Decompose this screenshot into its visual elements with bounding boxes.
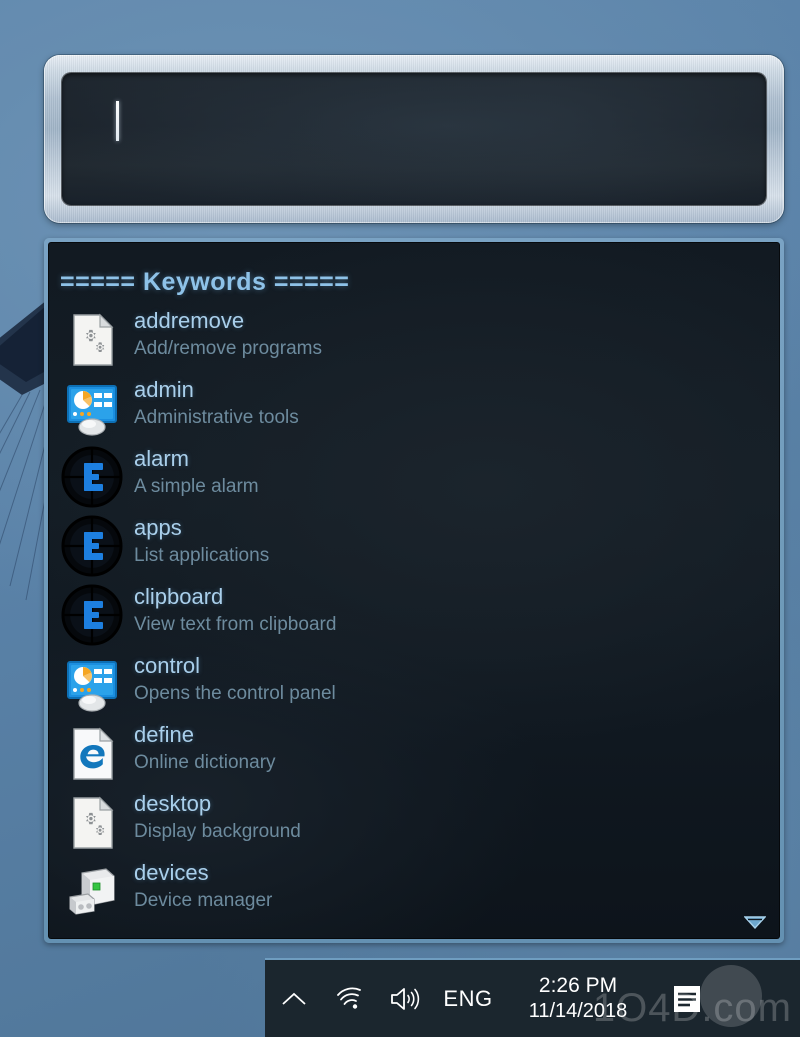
list-item-description: Display background xyxy=(134,821,301,842)
results-panel-body: ===== Keywords ===== addremove Add/remov… xyxy=(48,242,780,939)
speaker-icon xyxy=(391,987,420,1010)
desktop: ===== Keywords ===== addremove Add/remov… xyxy=(0,0,800,1037)
document-edge-icon xyxy=(60,721,124,785)
list-item-title: desktop xyxy=(134,791,212,816)
list-item-title: alarm xyxy=(134,446,190,471)
document-gears-icon xyxy=(60,790,124,854)
keyword-list: addremove Add/remove programs admin Admi… xyxy=(48,304,780,939)
language-indicator[interactable]: ENG xyxy=(433,960,503,1037)
list-item-title: control xyxy=(134,653,201,678)
volume-button[interactable] xyxy=(377,960,433,1037)
search-box-frame xyxy=(44,55,784,223)
show-hidden-icons-button[interactable] xyxy=(265,960,323,1037)
control-panel-icon xyxy=(60,376,124,440)
list-item[interactable]: desktop Display background xyxy=(48,787,780,856)
list-item[interactable]: addremove Add/remove programs xyxy=(48,304,780,373)
list-item[interactable]: alarm A simple alarm xyxy=(48,442,780,511)
search-input[interactable] xyxy=(62,73,766,205)
list-item[interactable]: clipboard View text from clipboard xyxy=(48,580,780,649)
list-item-title: clipboard xyxy=(134,584,224,609)
device-manager-icon xyxy=(60,859,124,923)
action-center-button[interactable] xyxy=(653,960,721,1037)
clock[interactable]: 2:26 PM 11/14/2018 xyxy=(503,973,653,1024)
list-item[interactable]: admin Administrative tools xyxy=(48,373,780,442)
control-panel-icon xyxy=(60,652,124,716)
clock-time: 2:26 PM xyxy=(538,973,618,997)
list-item-title: admin xyxy=(134,377,194,402)
list-item-title: addremove xyxy=(134,308,245,333)
network-button[interactable] xyxy=(323,960,377,1037)
list-item[interactable]: devices Device manager xyxy=(48,856,780,925)
list-item-description: Device manager xyxy=(134,890,273,911)
list-item-description: Opens the control panel xyxy=(134,683,336,704)
list-item-description: Add/remove programs xyxy=(134,338,322,359)
list-item-description: List applications xyxy=(134,545,270,566)
chevron-down-icon[interactable] xyxy=(744,915,766,929)
list-item[interactable]: control Opens the control panel xyxy=(48,649,780,718)
wifi-icon xyxy=(337,987,361,1009)
chevron-up-icon xyxy=(282,992,306,1005)
list-item-description: A simple alarm xyxy=(134,476,259,497)
document-gears-icon xyxy=(60,307,124,371)
crosshair-e-icon xyxy=(60,583,124,647)
list-item-description: Online dictionary xyxy=(134,752,276,773)
panel-title: ===== Keywords ===== xyxy=(60,268,350,296)
list-item-title: define xyxy=(134,722,194,747)
list-item-title: apps xyxy=(134,515,182,540)
crosshair-e-icon xyxy=(60,445,124,509)
clock-date: 11/14/2018 xyxy=(528,1000,628,1023)
notification-icon xyxy=(674,985,700,1012)
taskbar: ENG 2:26 PM 11/14/2018 1O4D.com xyxy=(265,958,800,1037)
list-item-title: devices xyxy=(134,860,209,885)
list-item-description: View text from clipboard xyxy=(134,614,337,635)
text-caret xyxy=(116,101,119,141)
crosshair-e-icon xyxy=(60,514,124,578)
list-item[interactable]: apps List applications xyxy=(48,511,780,580)
list-item[interactable]: define Online dictionary xyxy=(48,718,780,787)
list-item-description: Administrative tools xyxy=(134,407,299,428)
results-panel: ===== Keywords ===== addremove Add/remov… xyxy=(44,238,784,943)
